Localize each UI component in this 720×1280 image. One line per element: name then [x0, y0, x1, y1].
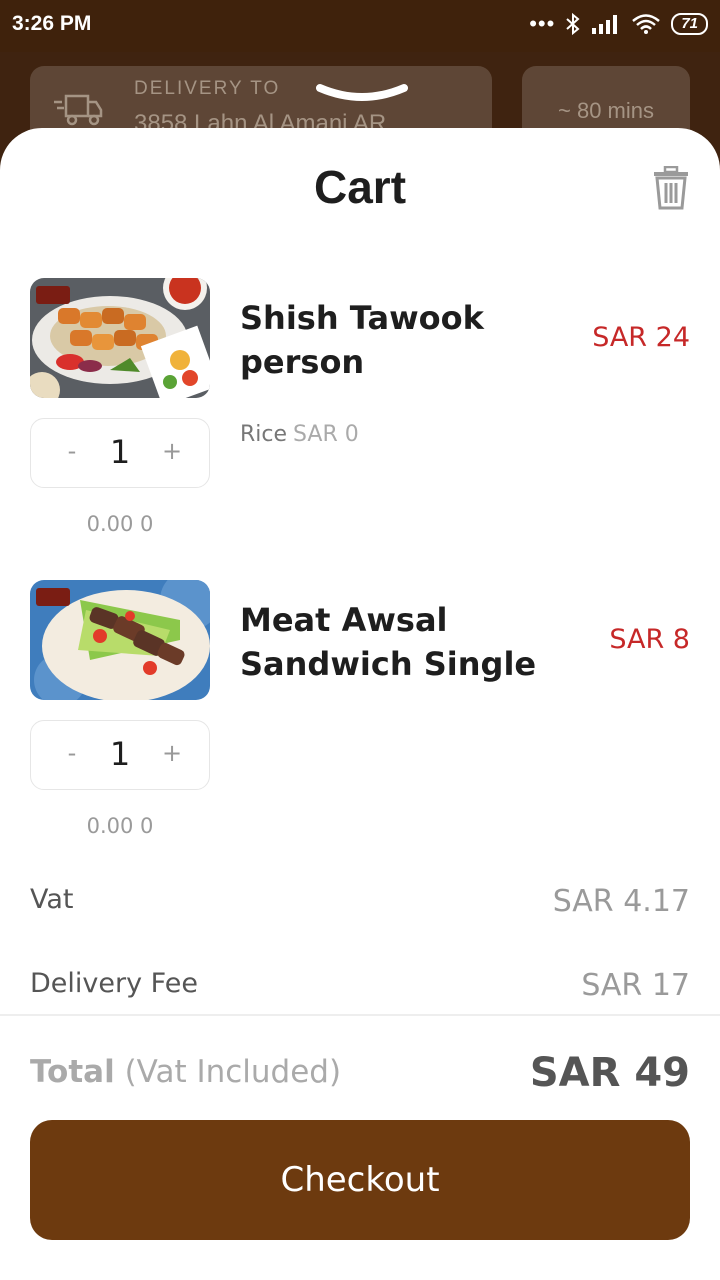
divider [0, 1014, 720, 1016]
quantity-stepper: - 1 + [30, 720, 210, 790]
total-label: Total (Vat Included) [30, 1054, 341, 1090]
item-subtotal: 0.00 0 [86, 814, 154, 838]
item-image [30, 278, 210, 398]
status-time: 3:26 PM [12, 12, 92, 35]
item-subtotal: 0.00 0 [86, 512, 154, 536]
status-bar: 3:26 PM ••• 71 [0, 0, 720, 52]
cart-title: Cart [313, 161, 407, 213]
signal-icon [592, 15, 618, 34]
cart-sheet: Cart Shish Tawook person SAR 24 Rice SAR… [0, 128, 720, 1280]
status-icons: ••• 71 [529, 12, 708, 36]
quantity-stepper: - 1 + [30, 418, 210, 488]
increase-button[interactable]: + [157, 739, 187, 767]
total-label-text: Total [30, 1054, 115, 1090]
item-name: Shish Tawook person [240, 299, 484, 381]
total-value: SAR 49 [529, 1050, 690, 1096]
sheet-drag-handle[interactable] [316, 82, 408, 106]
checkout-button[interactable]: Checkout [30, 1120, 690, 1240]
delivery-label: DELIVERY TO [134, 78, 281, 99]
more-dots-icon: ••• [529, 11, 556, 36]
eta-text: ~ 80 mins [558, 98, 654, 123]
cart-item: Shish Tawook person SAR 24 Rice SAR 0 - 1… [0, 278, 720, 558]
item-option-price: SAR 0 [293, 422, 359, 447]
item-option-name: Rice [240, 422, 288, 447]
delivery-fee-label: Delivery Fee [30, 968, 198, 999]
wifi-icon [632, 14, 661, 34]
item-image [30, 580, 210, 700]
cart-item: Meat Awsal Sandwich Single SAR 8 - 1 + 0… [0, 580, 720, 860]
total-note: (Vat Included) [124, 1054, 342, 1090]
increase-button[interactable]: + [157, 437, 187, 465]
vat-label: Vat [30, 884, 74, 915]
bluetooth-icon [566, 12, 580, 36]
vat-value: SAR 4.17 [552, 884, 690, 919]
item-price: SAR 24 [592, 322, 690, 353]
delivery-fee-value: SAR 17 [581, 968, 690, 1003]
item-option: Rice SAR 0 [240, 422, 359, 447]
battery-icon: 71 [671, 13, 708, 35]
trash-icon[interactable] [652, 166, 690, 210]
delivery-truck-icon [54, 94, 103, 126]
item-price: SAR 8 [609, 624, 690, 655]
item-name: Meat Awsal Sandwich Single [240, 601, 537, 683]
